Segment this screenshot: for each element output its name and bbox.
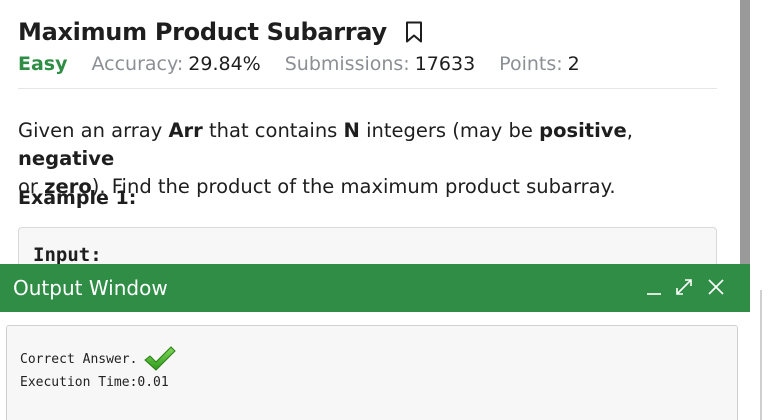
statement-text: ). Find the product of the maximum produ… [91, 175, 616, 198]
problem-title: Maximum Product Subarray [18, 18, 387, 46]
statement-positive: positive [539, 119, 627, 142]
statement-text: , [626, 119, 633, 142]
statement-text: integers (may be [359, 119, 540, 142]
side-scrollbar[interactable] [760, 290, 762, 420]
check-icon [143, 345, 177, 373]
example-heading: Example 1: [18, 187, 137, 209]
console-output: Correct Answer. Execution Time:0.01 [6, 325, 738, 420]
minimize-button[interactable] [643, 276, 665, 298]
expand-icon [676, 279, 692, 295]
execution-line: Execution Time:0.01 [20, 375, 169, 390]
accuracy-label: Accuracy: [91, 53, 184, 75]
close-button[interactable] [705, 276, 727, 298]
expand-button[interactable] [673, 276, 695, 298]
output-window-header: Output Window [0, 264, 750, 312]
statement-arr: Arr [168, 119, 203, 142]
points-label: Points: [499, 53, 563, 75]
minimize-icon [647, 293, 661, 295]
output-window-title: Output Window [13, 276, 168, 300]
statement-n: N [343, 119, 360, 142]
statement-negative: negative [18, 147, 115, 170]
scrollbar-thumb[interactable] [740, 0, 750, 264]
divider [18, 88, 717, 89]
result-text: Correct Answer. [20, 351, 138, 367]
submissions-value: 17633 [414, 53, 476, 75]
submissions-label: Submissions: [284, 53, 410, 75]
statement-text: that contains [202, 119, 344, 142]
close-icon [708, 279, 724, 295]
example-input-label: Input: [33, 244, 102, 266]
meta-row: Easy Accuracy: 29.84% Submissions: 17633… [18, 50, 604, 78]
difficulty-badge: Easy [18, 53, 68, 75]
result-line: Correct Answer. [20, 345, 177, 373]
points-value: 2 [567, 53, 580, 75]
accuracy-value: 29.84% [188, 53, 261, 75]
bookmark-icon[interactable] [405, 21, 423, 43]
title-row: Maximum Product Subarray [18, 17, 423, 47]
statement-text: Given an array [18, 119, 169, 142]
page: Maximum Product Subarray Easy Accuracy: … [0, 0, 772, 420]
output-window-body: Correct Answer. Execution Time:0.01 [0, 312, 750, 420]
